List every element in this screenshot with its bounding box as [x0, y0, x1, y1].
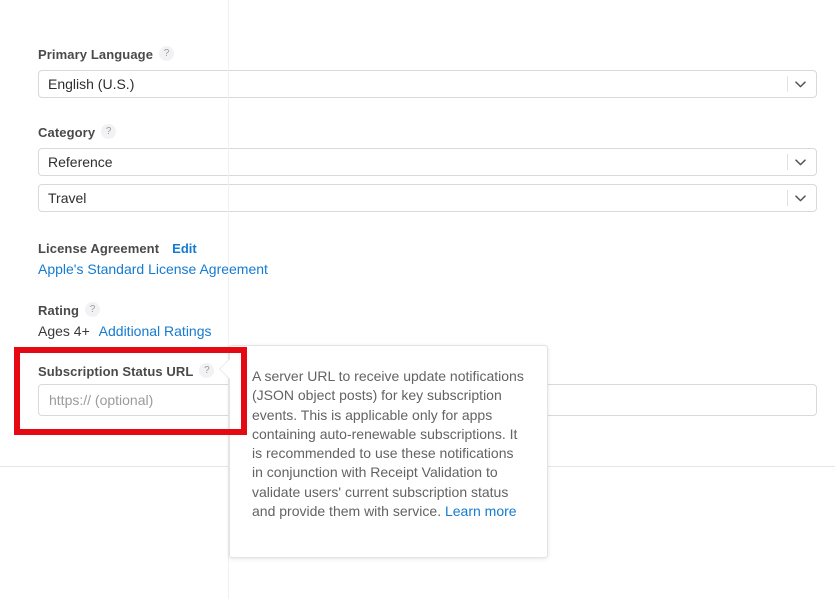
- subscription-status-url-label: Subscription Status URL: [38, 364, 194, 380]
- primary-language-select[interactable]: English (U.S.): [38, 70, 817, 98]
- tooltip-arrow-fill: [220, 358, 231, 380]
- rating-label: Rating: [38, 303, 80, 319]
- select-separator: [787, 154, 788, 170]
- help-icon[interactable]: ?: [159, 46, 175, 62]
- category-secondary-select[interactable]: Travel: [38, 184, 817, 212]
- license-edit-link[interactable]: Edit: [172, 241, 197, 256]
- category-primary-value: Reference: [48, 154, 113, 170]
- additional-ratings-link[interactable]: Additional Ratings: [99, 323, 212, 339]
- app-information-form: Primary Language? English (U.S.) Categor…: [0, 0, 835, 599]
- tooltip-body: A server URL to receive update notificat…: [230, 346, 547, 541]
- category-secondary-value: Travel: [48, 190, 87, 206]
- help-icon[interactable]: ?: [101, 124, 117, 140]
- subscription-status-url-tooltip: A server URL to receive update notificat…: [219, 345, 548, 558]
- category-label: Category: [38, 125, 96, 141]
- select-separator: [787, 76, 788, 92]
- primary-language-value: English (U.S.): [48, 76, 135, 92]
- subscription-status-url-label-row: Subscription Status URL?: [38, 363, 215, 381]
- license-agreement-label: License Agreement: [38, 241, 160, 257]
- help-icon[interactable]: ?: [85, 302, 101, 318]
- chevron-down-icon: [792, 71, 808, 97]
- license-agreement-label-row: License Agreement Edit: [38, 240, 197, 258]
- tooltip-text: A server URL to receive update notificat…: [252, 368, 524, 520]
- rating-label-row: Rating?: [38, 302, 101, 320]
- category-primary-select[interactable]: Reference: [38, 148, 817, 176]
- category-label-row: Category?: [38, 124, 117, 142]
- chevron-down-icon: [792, 149, 808, 175]
- learn-more-link[interactable]: Learn more: [445, 503, 517, 519]
- rating-value-row: Ages 4+ Additional Ratings: [38, 323, 212, 339]
- primary-language-label-row: Primary Language?: [38, 46, 175, 64]
- rating-value: Ages 4+: [38, 323, 90, 339]
- help-icon[interactable]: ?: [199, 363, 215, 379]
- chevron-down-icon: [792, 185, 808, 211]
- standard-license-agreement-link[interactable]: Apple's Standard License Agreement: [38, 261, 268, 277]
- select-separator: [787, 190, 788, 206]
- primary-language-label: Primary Language: [38, 47, 154, 63]
